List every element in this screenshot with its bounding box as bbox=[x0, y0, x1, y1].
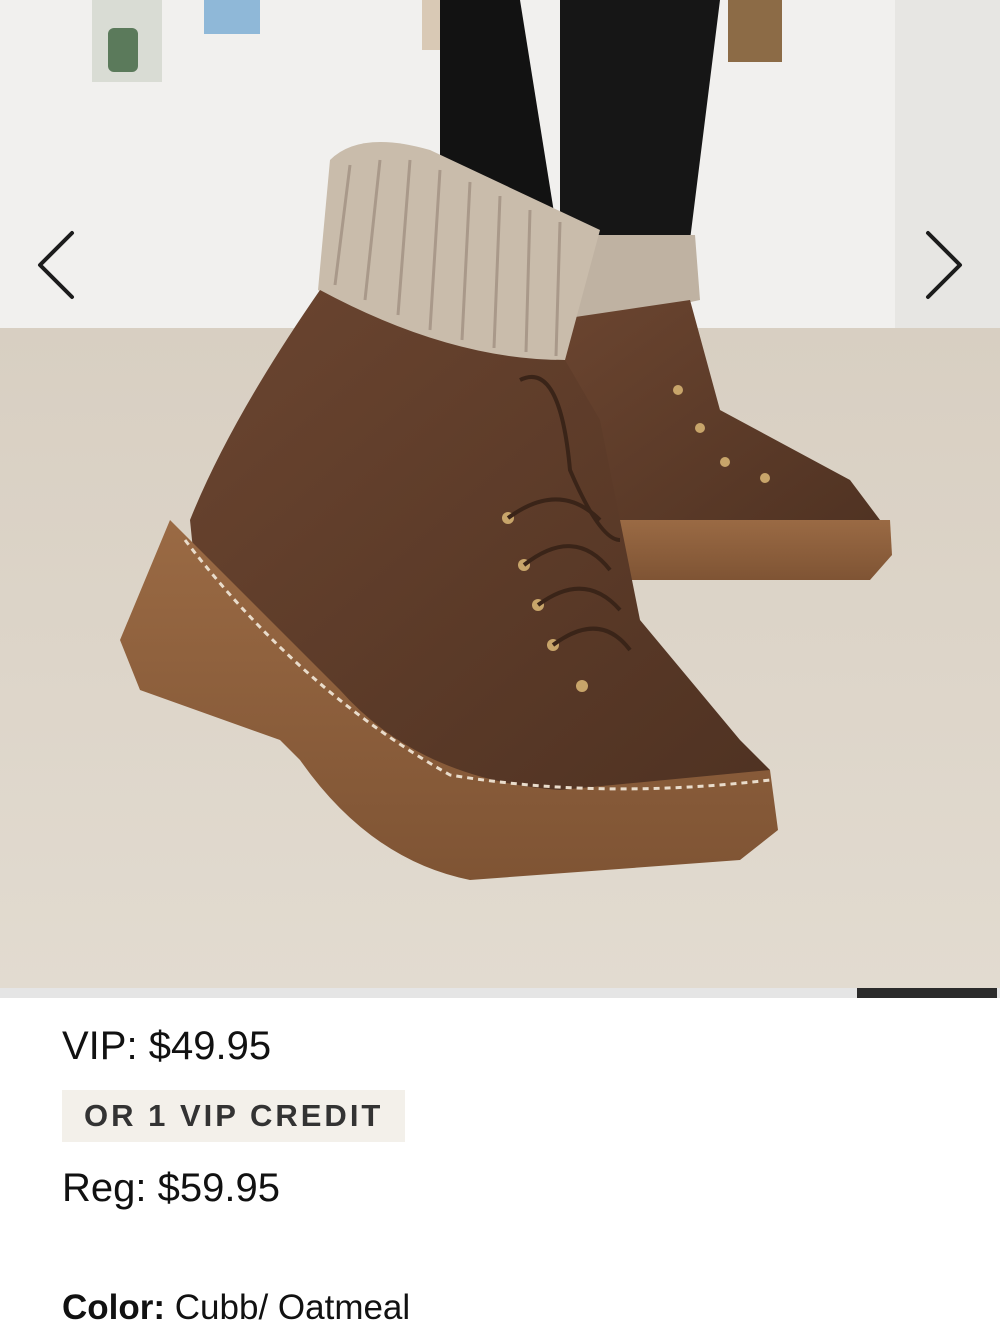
vip-credit-badge: OR 1 VIP CREDIT bbox=[62, 1090, 406, 1142]
selected-color: Color: Cubb/ Oatmeal bbox=[62, 1284, 942, 1332]
regular-price: Reg: $59.95 bbox=[62, 1160, 942, 1216]
product-photo bbox=[0, 0, 1000, 988]
next-image-button[interactable] bbox=[900, 220, 980, 310]
vip-price: VIP: $49.95 bbox=[62, 1018, 942, 1074]
gallery-progress-fill bbox=[857, 988, 997, 998]
color-value: Cubb/ Oatmeal bbox=[174, 1288, 411, 1327]
product-image-gallery[interactable] bbox=[0, 0, 1000, 988]
previous-image-button[interactable] bbox=[20, 220, 100, 310]
gallery-progress-track bbox=[0, 988, 1000, 998]
color-label: Color: bbox=[62, 1288, 166, 1327]
vip-price-value: $49.95 bbox=[148, 1024, 272, 1068]
regular-price-label: Reg: bbox=[62, 1166, 147, 1210]
regular-price-value: $59.95 bbox=[157, 1166, 280, 1210]
chevron-right-icon bbox=[926, 231, 962, 299]
chevron-left-icon bbox=[38, 231, 74, 299]
product-info: VIP: $49.95 OR 1 VIP CREDIT Reg: $59.95 … bbox=[62, 1018, 942, 1332]
vip-price-label: VIP: bbox=[62, 1024, 138, 1068]
